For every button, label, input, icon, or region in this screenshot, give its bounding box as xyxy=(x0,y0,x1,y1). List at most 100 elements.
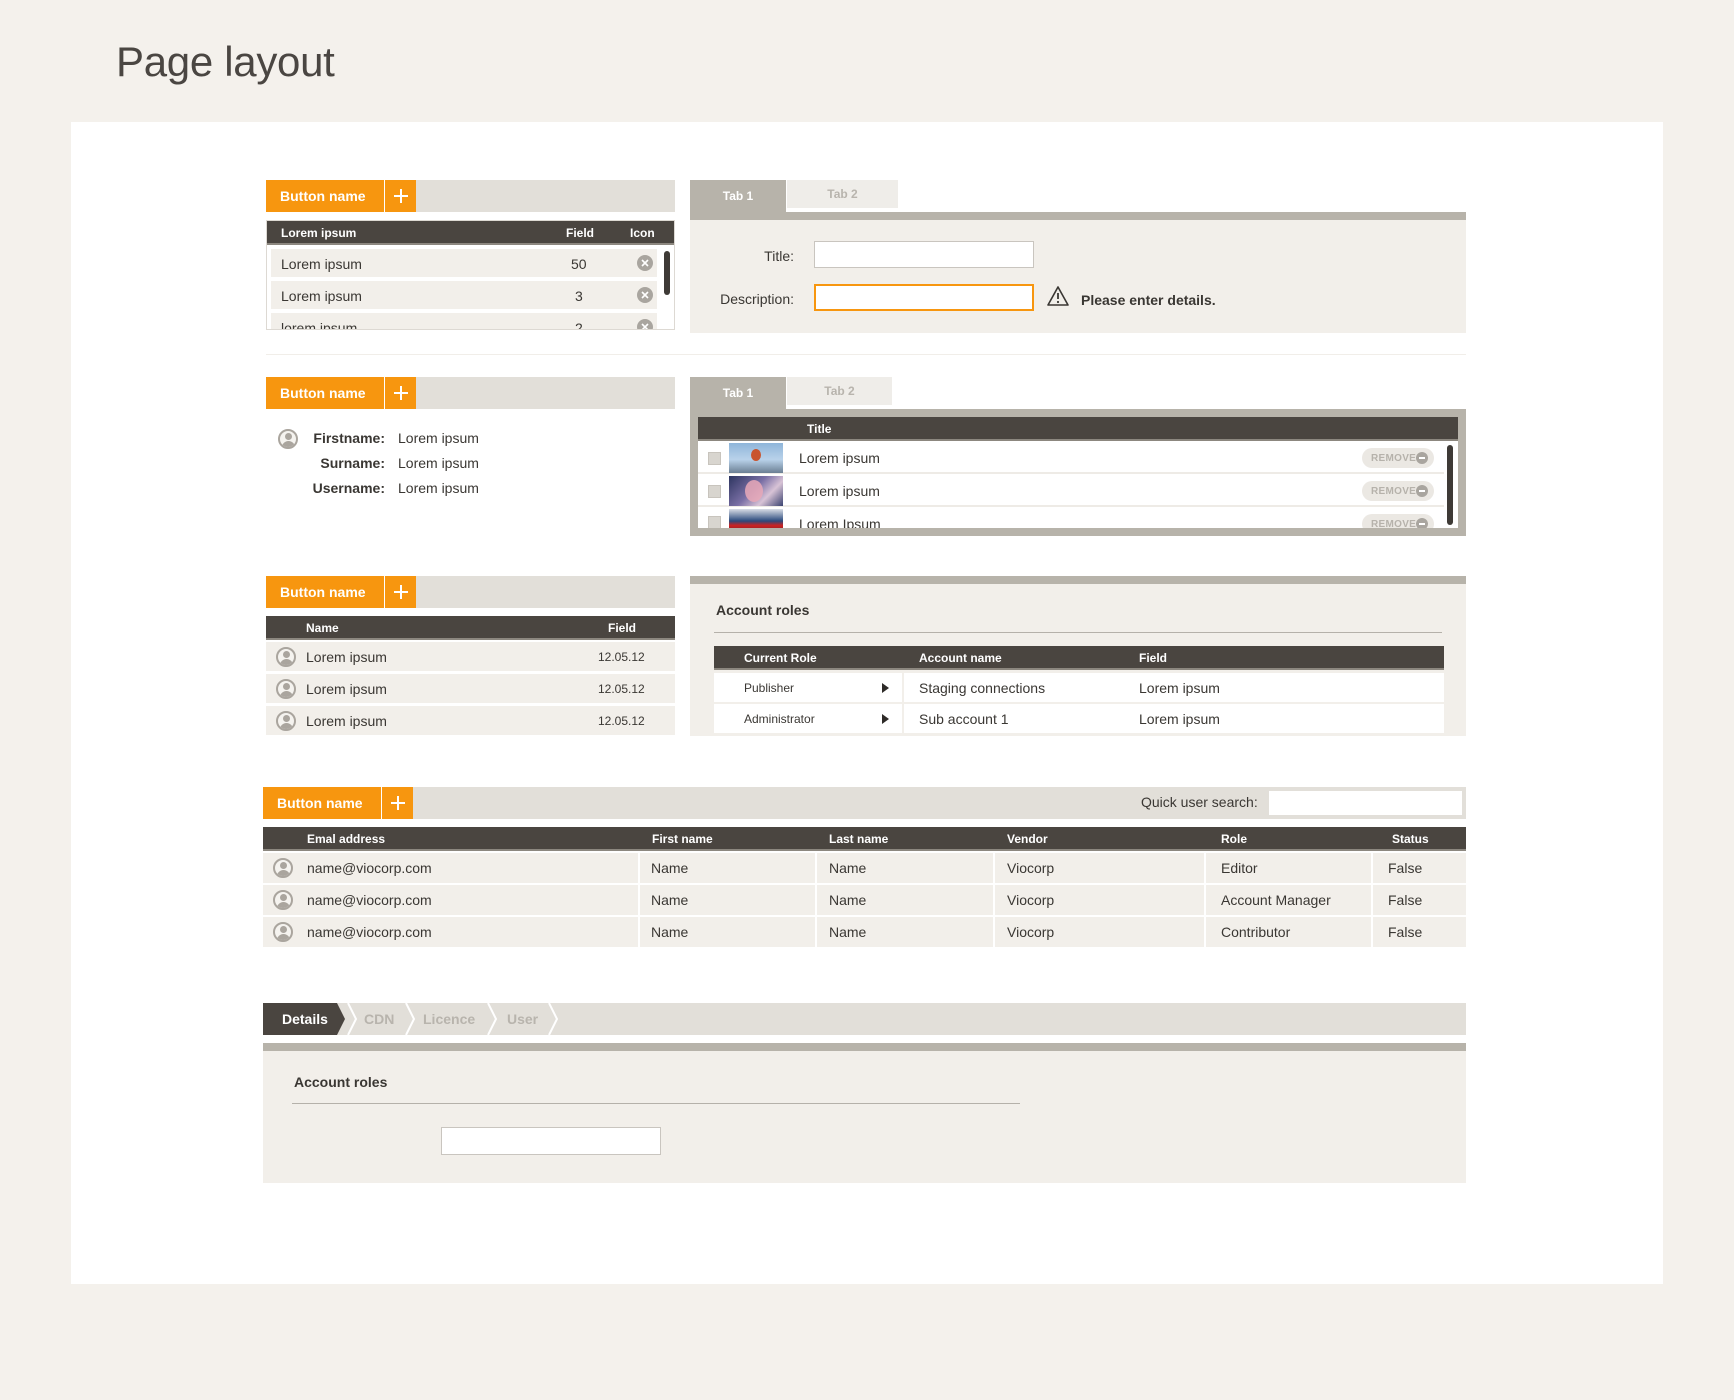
column-header: Status xyxy=(1392,832,1429,846)
remove-label: REMOVE xyxy=(1371,485,1417,497)
user-avatar-icon xyxy=(273,890,293,910)
media-title: Lorem ipsum xyxy=(799,450,880,466)
table-row[interactable]: Lorem ipsum 12.05.12 xyxy=(266,642,675,671)
close-icon[interactable] xyxy=(637,287,653,303)
media-panel: Title Lorem ipsum REMOVE Lorem ipsum REM… xyxy=(690,409,1466,536)
page-title: Page layout xyxy=(116,38,335,85)
row-checkbox[interactable] xyxy=(708,516,721,528)
play-icon[interactable] xyxy=(882,714,889,724)
status-cell: False xyxy=(1388,924,1423,940)
add-button[interactable] xyxy=(384,576,416,608)
step-label: Details xyxy=(282,1011,328,1027)
username-label: Username: xyxy=(312,480,385,496)
details-input[interactable] xyxy=(441,1127,661,1155)
column-header: Field xyxy=(1139,651,1168,665)
account-field: Lorem ipsum xyxy=(1139,711,1220,727)
tab-1[interactable]: Tab 1 xyxy=(690,377,786,409)
roles-row[interactable]: Publisher Staging connections Lorem ipsu… xyxy=(714,673,1444,702)
primary-button[interactable]: Button name xyxy=(266,377,384,409)
primary-button[interactable]: Button name xyxy=(263,787,381,819)
description-input[interactable] xyxy=(814,284,1034,311)
add-button[interactable] xyxy=(381,787,413,819)
media-row[interactable]: Lorem ipsum REMOVE xyxy=(698,476,1444,507)
minus-icon xyxy=(1416,452,1428,464)
thumbnail-image xyxy=(729,509,783,528)
media-row[interactable]: Lorem Ipsum REMOVE xyxy=(698,509,1444,528)
row-name: Lorem ipsum xyxy=(306,681,387,697)
remove-button[interactable]: REMOVE xyxy=(1362,481,1434,501)
roles-row[interactable]: Administrator Sub account 1 Lorem ipsum xyxy=(714,704,1444,733)
scrollbar[interactable] xyxy=(1447,445,1453,525)
account-field: Lorem ipsum xyxy=(1139,680,1220,696)
row-date: 12.05.12 xyxy=(598,714,645,728)
column-header: Vendor xyxy=(1007,832,1048,846)
row-field: 2 xyxy=(575,320,583,330)
tab-1[interactable]: Tab 1 xyxy=(690,180,786,212)
search-input[interactable] xyxy=(1269,791,1462,815)
chevron-right-icon xyxy=(405,1003,416,1035)
close-icon[interactable] xyxy=(637,319,653,329)
table-row[interactable]: Lorem ipsum 12.05.12 xyxy=(266,706,675,735)
role-select[interactable]: Administrator xyxy=(744,712,815,726)
column-header: Title xyxy=(807,422,832,436)
thumbnail-image xyxy=(729,476,783,506)
title-input[interactable] xyxy=(814,241,1034,268)
primary-button[interactable]: Button name xyxy=(266,180,384,212)
divider xyxy=(714,632,1442,633)
first-name-cell: Name xyxy=(651,860,689,876)
step-user[interactable]: User xyxy=(507,1003,538,1035)
table-row[interactable]: name@viocorp.com Name Name Viocorp Edito… xyxy=(263,853,1466,883)
first-name-cell: Name xyxy=(651,892,689,908)
user-avatar-icon xyxy=(276,679,296,699)
table-row[interactable]: lorem ipsum 2 xyxy=(271,313,657,330)
chevron-right-icon xyxy=(548,1003,559,1035)
column-header: Field xyxy=(608,621,637,635)
column-header: Name xyxy=(306,621,339,635)
column-header: Field xyxy=(566,226,595,240)
chevron-right-icon xyxy=(347,1003,358,1035)
column-header: Current Role xyxy=(744,651,817,665)
toolbar-2: Button name xyxy=(266,377,675,409)
scrollbar[interactable] xyxy=(664,251,670,295)
table-header: Lorem ipsum Field Icon xyxy=(267,221,674,245)
tab-2[interactable]: Tab 2 xyxy=(787,180,898,208)
table-header: Name Field xyxy=(266,616,675,640)
media-row[interactable]: Lorem ipsum REMOVE xyxy=(698,443,1444,474)
email-cell: name@viocorp.com xyxy=(307,924,432,940)
row-checkbox[interactable] xyxy=(708,485,721,498)
user-avatar-icon xyxy=(276,647,296,667)
remove-button[interactable]: REMOVE xyxy=(1362,514,1434,528)
last-name-cell: Name xyxy=(829,924,867,940)
step-licence[interactable]: Licence xyxy=(423,1003,475,1035)
user-avatar-icon xyxy=(278,429,298,449)
table-row[interactable]: Lorem ipsum 12.05.12 xyxy=(266,674,675,703)
remove-button[interactable]: REMOVE xyxy=(1362,448,1434,468)
tab-2[interactable]: Tab 2 xyxy=(787,377,892,405)
row-name: Lorem ipsum xyxy=(281,256,362,272)
form-panel: Title: Description: Please enter details… xyxy=(690,220,1466,333)
table-row[interactable]: name@viocorp.com Name Name Viocorp Contr… xyxy=(263,917,1466,947)
account-name: Staging connections xyxy=(919,680,1046,696)
step-cdn[interactable]: CDN xyxy=(364,1003,394,1035)
play-icon[interactable] xyxy=(882,683,889,693)
remove-label: REMOVE xyxy=(1371,452,1417,464)
table-row[interactable]: Lorem ipsum 50 xyxy=(271,249,657,277)
media-title: Lorem Ipsum xyxy=(799,516,881,528)
close-icon[interactable] xyxy=(637,255,653,271)
first-name-cell: Name xyxy=(651,924,689,940)
add-button[interactable] xyxy=(384,377,416,409)
primary-button[interactable]: Button name xyxy=(266,576,384,608)
table-row[interactable]: name@viocorp.com Name Name Viocorp Accou… xyxy=(263,885,1466,915)
table-row[interactable]: Lorem ipsum 3 xyxy=(271,281,657,309)
row-checkbox[interactable] xyxy=(708,452,721,465)
roles-title: Account roles xyxy=(716,602,810,618)
role-select[interactable]: Publisher xyxy=(744,681,794,695)
row-field: 3 xyxy=(575,288,583,304)
firstname-value: Lorem ipsum xyxy=(398,430,479,446)
add-button[interactable] xyxy=(384,180,416,212)
user-avatar-icon xyxy=(273,922,293,942)
media-header: Title xyxy=(698,417,1458,441)
wizard-steps: Details CDN Licence User xyxy=(263,1003,1466,1035)
user-avatar-icon xyxy=(273,858,293,878)
username-value: Lorem ipsum xyxy=(398,480,479,496)
